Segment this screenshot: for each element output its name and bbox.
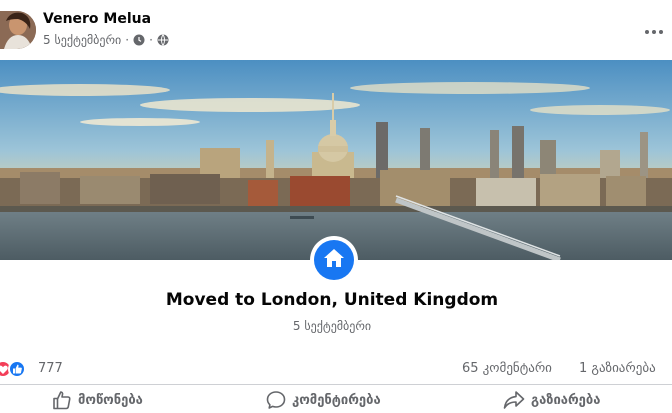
globe-icon[interactable] xyxy=(157,34,169,46)
comment-button-label: კომენტირება xyxy=(292,392,381,408)
like-button-label: მოწონება xyxy=(78,392,143,408)
reactions-summary: 777 65 კომენტარი 1 გაზიარება xyxy=(0,358,672,380)
author-name[interactable]: Venero Melua xyxy=(43,11,151,27)
like-icon xyxy=(8,360,26,378)
home-icon xyxy=(323,248,345,272)
cover-photo[interactable] xyxy=(0,60,672,260)
separator-dot: · xyxy=(149,33,153,47)
like-button[interactable]: მოწონება xyxy=(52,388,143,412)
more-options-button[interactable] xyxy=(643,20,665,36)
life-event-title[interactable]: Moved to London, United Kingdom xyxy=(0,290,664,310)
post-header: Venero Melua 5 სექტემბერი · · xyxy=(0,0,672,60)
comment-button[interactable]: კომენტირება xyxy=(266,388,381,412)
life-event-date: 5 სექტემბერი xyxy=(292,319,372,333)
thumbs-up-icon xyxy=(52,390,78,410)
share-button[interactable]: გაზიარება xyxy=(503,388,600,412)
reaction-icons[interactable] xyxy=(0,360,34,378)
share-arrow-icon xyxy=(503,390,531,410)
post-actions: მოწონება კომენტირება გაზიარება xyxy=(0,386,672,413)
shares-count[interactable]: 1 გაზიარება xyxy=(579,361,656,376)
reactions-count[interactable]: 777 xyxy=(38,361,63,376)
divider xyxy=(0,384,672,385)
life-event-icon-badge xyxy=(310,236,358,284)
post-date[interactable]: 5 სექტემბერი xyxy=(43,33,121,47)
post-meta: 5 სექტემბერი · · xyxy=(43,32,169,48)
ellipsis-icon xyxy=(645,19,663,38)
clock-icon xyxy=(133,34,145,46)
comment-bubble-icon xyxy=(266,390,292,410)
share-button-label: გაზიარება xyxy=(531,392,601,408)
comments-count[interactable]: 65 კომენტარი xyxy=(462,361,552,376)
avatar[interactable] xyxy=(0,11,36,49)
separator-dot: · xyxy=(125,33,130,47)
